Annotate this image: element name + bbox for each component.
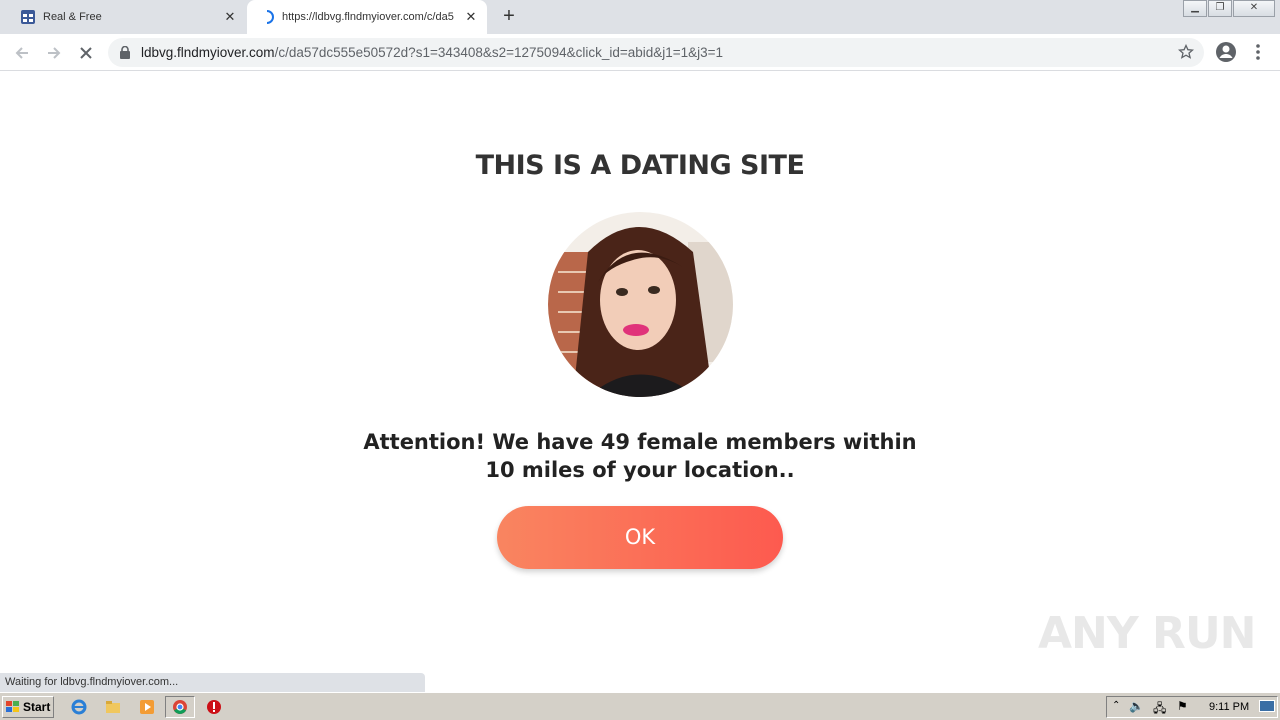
action-center-flag-icon[interactable]: ⚑ — [1177, 699, 1188, 713]
file-explorer-icon[interactable] — [104, 698, 122, 716]
taskbar: Start ⌃ 🔈 🖧 ⚑ 9:11 PM — [0, 692, 1280, 720]
chrome-icon — [173, 700, 187, 714]
new-tab-button[interactable]: + — [499, 6, 519, 26]
window-close-button[interactable]: ✕ — [1233, 0, 1275, 17]
stop-x-icon — [80, 47, 92, 59]
watermark-text: ANY RUN — [1038, 608, 1256, 659]
more-menu-icon[interactable] — [1250, 41, 1266, 63]
page-headline: THIS IS A DATING SITE — [475, 150, 805, 181]
tab-title: Real & Free — [43, 11, 102, 23]
bookmark-star-icon[interactable] — [1178, 44, 1194, 60]
watermark: ANY RUN — [1038, 608, 1256, 659]
tab-strip: Real & Free ✕ https://ldbvg.flndmyiover.… — [0, 0, 1280, 34]
windows-logo-icon — [6, 701, 19, 712]
tab-title: https://ldbvg.flndmyiover.com/c/da5 — [282, 11, 454, 23]
status-bar: Waiting for ldbvg.flndmyiover.com... — [0, 673, 425, 692]
tray-arrow-icon[interactable]: ⌃ — [1112, 700, 1120, 711]
start-button[interactable]: Start — [2, 696, 54, 718]
back-button[interactable] — [10, 41, 34, 65]
attention-message: Attention! We have 49 female members wit… — [363, 430, 917, 482]
stop-loading-button[interactable] — [74, 41, 98, 65]
url-path: /c/da57dc555e50572d?s1=343408&s2=1275094… — [274, 45, 724, 60]
browser-toolbar: ldbvg.flndmyiover.com/c/da57dc555e50572d… — [0, 34, 1280, 71]
system-tray: ⌃ 🔈 🖧 ⚑ — [1106, 696, 1278, 718]
forward-button[interactable] — [42, 41, 66, 65]
restore-button[interactable]: ❐ — [1208, 0, 1232, 17]
forward-arrow-icon — [48, 47, 61, 59]
start-label: Start — [23, 700, 51, 714]
volume-icon[interactable]: 🔈 — [1129, 699, 1144, 713]
close-icon[interactable]: ✕ — [222, 9, 238, 25]
show-desktop-icon[interactable] — [1259, 700, 1275, 712]
ie-icon[interactable] — [70, 698, 88, 716]
page-content: THIS IS A DATING SITE Attention! We have… — [0, 72, 1280, 692]
loading-spinner-icon — [266, 10, 274, 24]
profile-photo — [548, 212, 733, 397]
calendar-icon — [21, 10, 35, 24]
url-host: ldbvg.flndmyiover.com — [141, 45, 275, 60]
tab-real-and-free[interactable]: Real & Free ✕ — [8, 0, 246, 34]
opera-icon[interactable] — [205, 698, 223, 716]
media-player-icon[interactable] — [138, 698, 156, 716]
lock-icon — [120, 46, 130, 59]
back-arrow-icon — [15, 47, 28, 59]
url-text: ldbvg.flndmyiover.com/c/da57dc555e50572d… — [141, 45, 723, 60]
ok-button[interactable]: OK — [497, 506, 783, 569]
network-icon[interactable]: 🖧 — [1153, 699, 1166, 720]
address-bar[interactable]: ldbvg.flndmyiover.com/c/da57dc555e50572d… — [108, 38, 1204, 67]
tab-active[interactable]: https://ldbvg.flndmyiover.com/c/da5 ✕ — [247, 0, 487, 34]
minimize-button[interactable]: ▁ — [1183, 0, 1207, 17]
close-icon[interactable]: ✕ — [463, 9, 479, 25]
chrome-taskbar-button[interactable] — [165, 696, 195, 718]
profile-avatar-icon[interactable] — [1215, 41, 1237, 63]
clock: 9:11 PM — [1209, 701, 1250, 713]
